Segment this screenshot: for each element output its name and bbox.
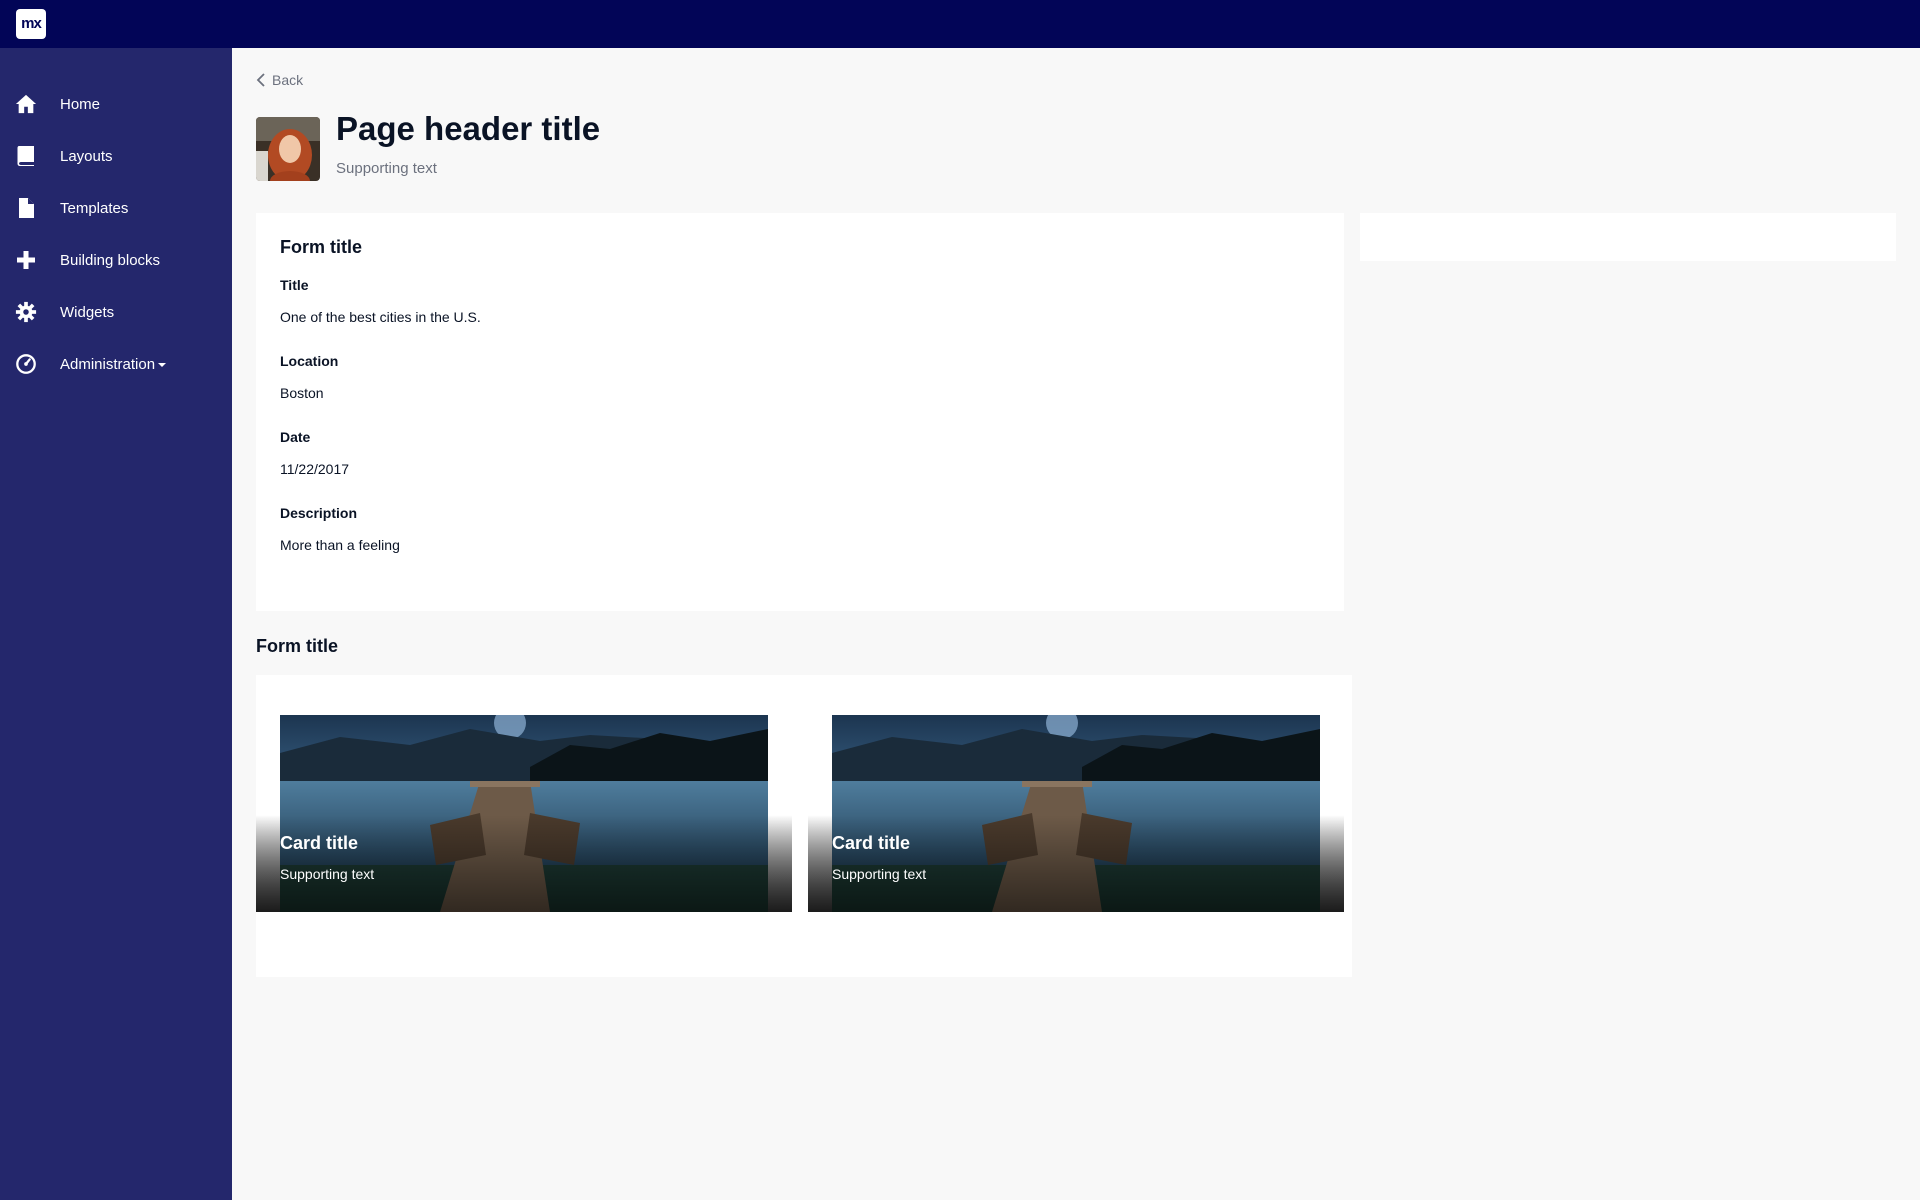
page-title: Page header title [336, 110, 601, 147]
sidebar-item-templates[interactable]: Templates [0, 182, 232, 234]
top-bar: mx [0, 0, 1920, 48]
image-card[interactable]: Card title Supporting text [808, 715, 1344, 912]
field-label-description: Description [280, 505, 358, 521]
sidebar-item-widgets[interactable]: Widgets [0, 286, 232, 338]
cards-section-title: Form title [256, 636, 339, 656]
sidebar-item-administration[interactable]: Administration [0, 338, 232, 390]
card-gradient [256, 815, 792, 912]
card-title: Card title [832, 833, 911, 853]
card-gradient [808, 815, 1344, 912]
field-value-location: Boston [280, 385, 324, 401]
card-subtitle: Supporting text [280, 866, 375, 882]
card-title: Card title [280, 833, 359, 853]
card-subtitle: Supporting text [832, 866, 927, 882]
cards-container: Card title Supporting text Card title Su… [256, 675, 1352, 977]
home-icon [14, 92, 38, 116]
field-label-title: Title [280, 277, 309, 293]
back-link[interactable]: Back [256, 72, 303, 88]
form-card: Form title Title One of the best cities … [256, 213, 1344, 611]
page-subtitle: Supporting text [336, 160, 437, 177]
sidebar-item-label: Home [60, 95, 101, 113]
sidebar-item-layouts[interactable]: Layouts [0, 130, 232, 182]
sidebar-item-label: Widgets [60, 303, 115, 321]
field-value-description: More than a feeling [280, 537, 400, 553]
field-value-title: One of the best cities in the U.S. [280, 309, 481, 325]
sidebar-item-label: Building blocks [60, 251, 161, 269]
plus-icon [14, 248, 38, 272]
dashboard-icon [14, 352, 38, 376]
avatar [256, 117, 320, 181]
app-logo[interactable]: mx [16, 9, 46, 39]
sidebar: Home Layouts Templates Building blocks W… [0, 48, 232, 1200]
side-panel [1360, 213, 1896, 261]
back-label: Back [272, 72, 304, 88]
form-title: Form title [280, 237, 363, 257]
main-content: Back Page header title Supporting text F… [232, 48, 1920, 1200]
field-label-location: Location [280, 353, 339, 369]
file-icon [14, 196, 38, 220]
gear-icon [14, 300, 38, 324]
field-value-date: 11/22/2017 [280, 461, 350, 477]
sidebar-item-label: Layouts [60, 147, 113, 165]
caret-down-icon [158, 362, 167, 367]
sidebar-item-label: Templates [60, 199, 129, 217]
book-icon [14, 144, 38, 168]
image-card[interactable]: Card title Supporting text [256, 715, 792, 912]
sidebar-item-home[interactable]: Home [0, 78, 232, 130]
chevron-left-icon [256, 73, 265, 87]
sidebar-item-building-blocks[interactable]: Building blocks [0, 234, 232, 286]
sidebar-item-label: Administration [60, 356, 167, 373]
field-label-date: Date [280, 429, 311, 445]
